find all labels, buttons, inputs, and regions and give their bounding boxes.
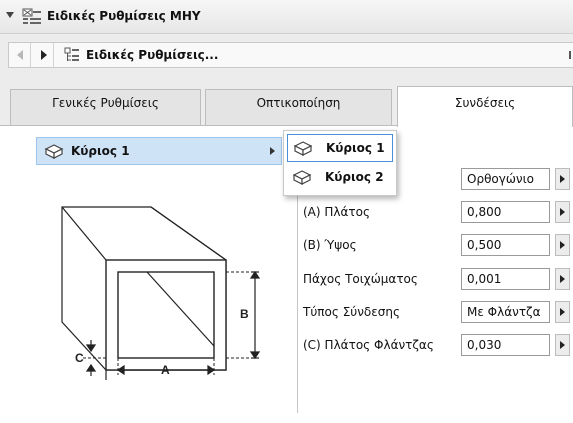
diagram-label-c: C <box>75 351 84 365</box>
toolbar-edge-marker <box>569 51 571 59</box>
tab-label: Γενικές Ρυθμίσεις <box>52 96 159 110</box>
previous-button[interactable] <box>9 43 31 67</box>
collapse-arrow-icon[interactable] <box>6 12 14 18</box>
tab-connections[interactable]: Συνδέσεις <box>397 86 573 127</box>
connection-type-button[interactable] <box>555 301 570 323</box>
settings-tree-icon <box>64 47 79 61</box>
tab-label: Οπτικοποίηση <box>256 96 341 110</box>
menu-item-label: Κύριος 2 <box>325 170 384 184</box>
wall-thickness-button[interactable] <box>555 268 570 290</box>
panel-header[interactable]: Ειδικές Ρυθμίσεις ΜΗΥ <box>0 0 573 34</box>
tab-general-settings[interactable]: Γενικές Ρυθμίσεις <box>10 89 201 125</box>
height-field[interactable]: 0,500 <box>461 234 550 256</box>
toolbar: Ειδικές Ρυθμίσεις... <box>0 34 573 76</box>
triangle-right-icon <box>41 50 47 60</box>
connection-type-label: Τύπος Σύνδεσης <box>303 305 401 319</box>
next-button[interactable] <box>32 43 54 67</box>
settings-navigator: Ειδικές Ρυθμίσεις... <box>8 42 573 68</box>
width-field[interactable]: 0,800 <box>461 201 550 223</box>
wall-thickness-field[interactable]: 0,001 <box>461 268 550 290</box>
flange-width-button[interactable] <box>555 334 570 356</box>
diagram-label-a: A <box>161 363 170 377</box>
tab-visualization[interactable]: Οπτικοποίηση <box>205 89 392 125</box>
triangle-left-icon <box>17 50 23 60</box>
tab-label: Συνδέσεις <box>454 96 516 110</box>
box-connector-icon <box>292 170 312 185</box>
width-label: (A) Πλάτος <box>303 205 371 219</box>
flange-width-field[interactable]: 0,030 <box>461 334 550 356</box>
duct-cross-section-diagram: B A C <box>61 206 261 380</box>
toolbar-title[interactable]: Ειδικές Ρυθμίσεις... <box>86 48 218 62</box>
connection-popup-menu: Κύριος 1 Κύριος 2 <box>283 130 397 196</box>
connection-selector[interactable]: Κύριος 1 <box>36 137 282 165</box>
panel-title: Ειδικές Ρυθμίσεις ΜΗΥ <box>47 9 201 23</box>
box-connector-icon <box>44 144 64 159</box>
box-connector-icon <box>293 141 313 156</box>
diagram-label-b: B <box>240 307 249 321</box>
flange-width-label: (C) Πλάτος Φλάντζας <box>303 338 434 352</box>
shape-select[interactable]: Ορθογώνιο <box>461 168 550 190</box>
connection-type-select[interactable]: Με Φλάντζα <box>461 301 550 323</box>
settings-panel-icon <box>22 8 41 24</box>
menu-item-main-2[interactable]: Κύριος 2 <box>287 164 393 192</box>
connection-selector-label: Κύριος 1 <box>71 144 130 158</box>
width-field-button[interactable] <box>555 201 570 223</box>
wall-thickness-label: Πάχος Τοιχώματος <box>303 272 418 286</box>
shape-select-button[interactable] <box>555 168 570 190</box>
menu-item-main-1[interactable]: Κύριος 1 <box>287 134 393 162</box>
height-field-button[interactable] <box>555 234 570 256</box>
submenu-arrow-icon <box>270 147 275 155</box>
menu-item-label: Κύριος 1 <box>326 141 385 155</box>
height-label: (B) Ύψος <box>303 238 357 252</box>
